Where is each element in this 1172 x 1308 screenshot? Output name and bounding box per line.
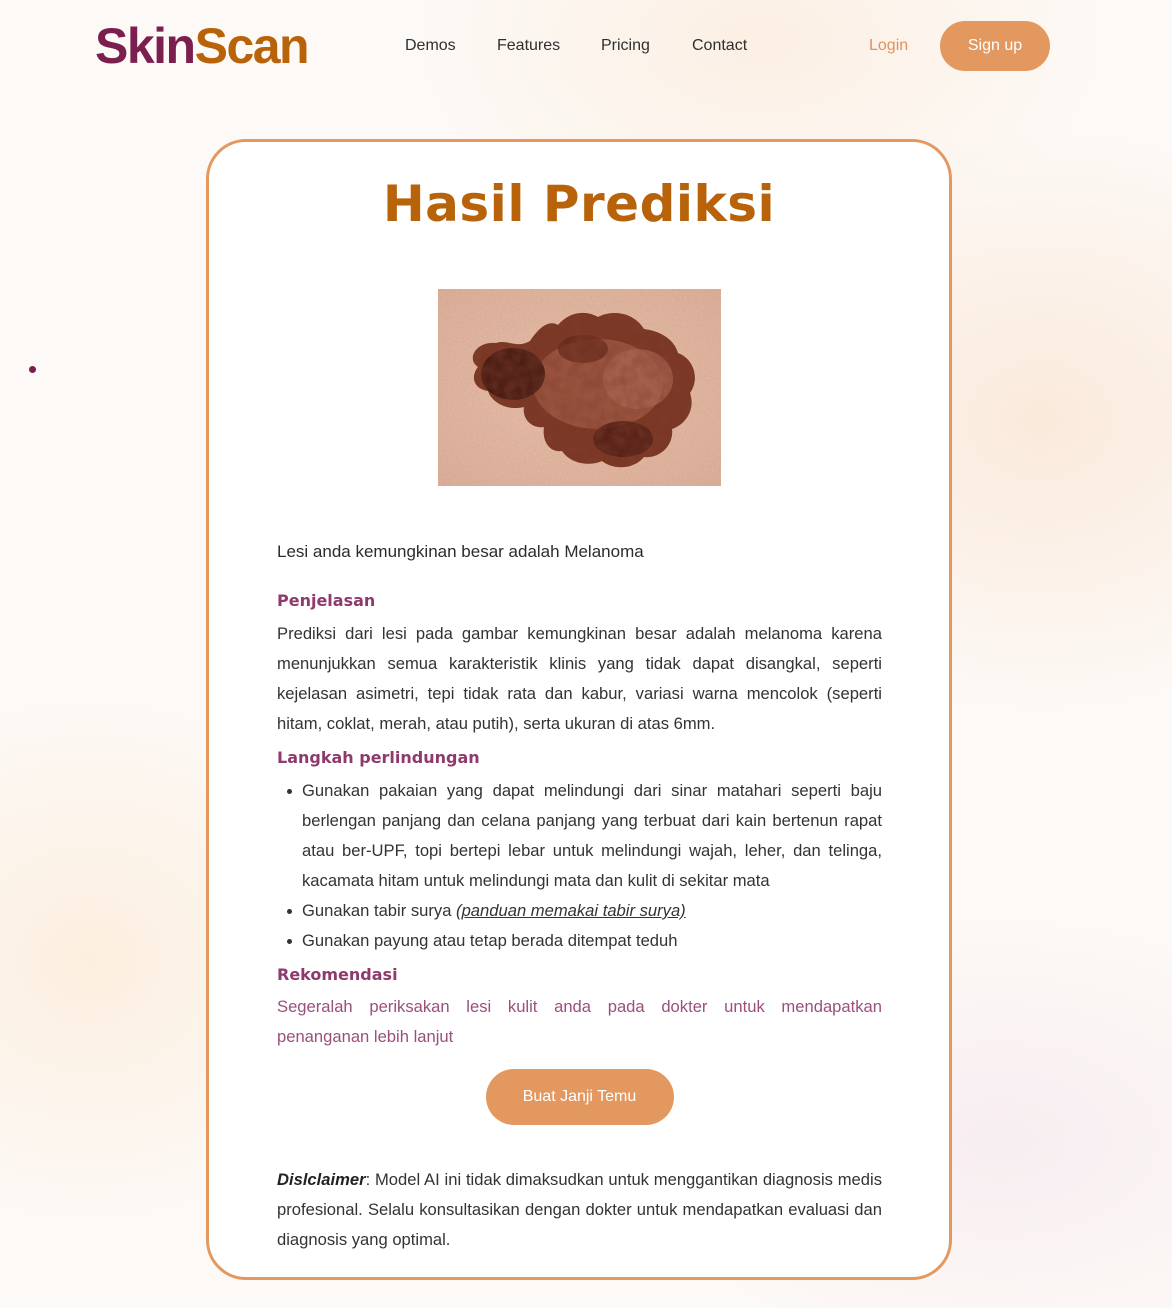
make-appointment-button[interactable]: Buat Janji Temu — [485, 1069, 674, 1125]
login-link[interactable]: Login — [869, 36, 908, 56]
sunscreen-guide-link[interactable]: (panduan memakai tabir surya) — [456, 901, 686, 920]
protection-heading: Langkah perlindungan — [277, 748, 480, 767]
list-item: Gunakan tabir surya (panduan memakai tab… — [277, 896, 882, 926]
protection-item-umbrella: Gunakan payung atau tetap berada ditempa… — [302, 931, 678, 950]
nav-link-pricing[interactable]: Pricing — [601, 36, 650, 56]
recommendation-text: Segeralah periksakan lesi kulit anda pad… — [277, 997, 882, 1046]
nav-link-contact[interactable]: Contact — [692, 36, 747, 56]
explanation-heading: Penjelasan — [277, 591, 376, 610]
recommendation-heading: Rekomendasi — [277, 965, 398, 984]
list-item: Gunakan pakaian yang dapat melindungi da… — [277, 776, 882, 896]
prediction-result-card: Hasil Prediksi Lesi anda kemungkinan bes… — [206, 139, 952, 1280]
protection-list: Gunakan pakaian yang dapat melindungi da… — [277, 776, 882, 956]
appointment-button-wrap: Buat Janji Temu — [277, 1069, 882, 1125]
result-content: Lesi anda kemungkinan besar adalah Melan… — [277, 540, 882, 1255]
lesion-image — [438, 289, 721, 486]
page-title: Hasil Prediksi — [382, 175, 776, 233]
nav-link-features[interactable]: Features — [497, 36, 560, 56]
explanation-text: Prediksi dari lesi pada gambar kemungkin… — [277, 624, 882, 733]
prediction-text: Lesi anda kemungkinan besar adalah Melan… — [277, 542, 644, 561]
signup-button[interactable]: Sign up — [940, 21, 1050, 71]
navbar: SkinScan Demos Features Pricing Contact … — [0, 0, 1172, 92]
protection-item-sunscreen: Gunakan tabir surya — [302, 901, 457, 920]
disclaimer: Dislclaimer: Model AI ini tidak dimaksud… — [277, 1165, 882, 1255]
protection-item-clothing: Gunakan pakaian yang dapat melindungi da… — [302, 781, 882, 890]
disclaimer-label: Dislclaimer — [277, 1170, 366, 1189]
nav-link-demos[interactable]: Demos — [405, 36, 456, 56]
disclaimer-text: : Model AI ini tidak dimaksudkan untuk m… — [277, 1170, 882, 1249]
list-item: Gunakan payung atau tetap berada ditempa… — [277, 926, 882, 956]
decorative-dot — [29, 366, 36, 373]
